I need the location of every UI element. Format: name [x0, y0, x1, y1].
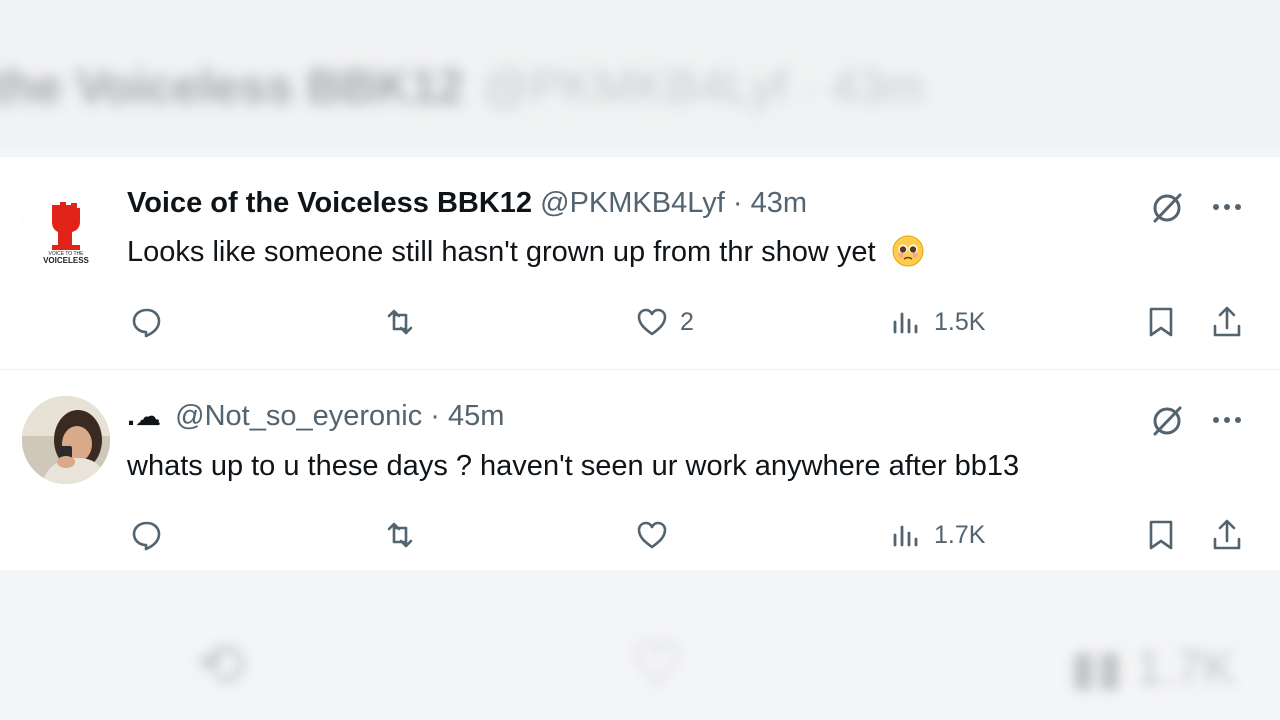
tweet-text-body: whats up to u these days ? haven't seen …: [127, 450, 1020, 482]
views-count: 1.7K: [934, 520, 986, 549]
share-icon: [1213, 519, 1241, 550]
heart-icon: [637, 308, 667, 336]
bookmark-button[interactable]: [1143, 302, 1179, 342]
bookmark-icon: [1149, 307, 1173, 337]
timestamp[interactable]: 45m: [448, 400, 504, 432]
tweet-actions: 2 1.5K: [0, 302, 1280, 342]
reply-button[interactable]: [129, 302, 165, 342]
share-button[interactable]: [1209, 302, 1245, 342]
grok-icon[interactable]: [1147, 187, 1187, 227]
tweet-1[interactable]: VOICE TO THE VOICELESS Voice of the Voic…: [0, 157, 1280, 370]
bookmark-button[interactable]: [1143, 515, 1179, 555]
separator: ·: [732, 187, 743, 219]
views-count: 1.5K: [934, 307, 986, 336]
more-options-icon[interactable]: [1207, 187, 1247, 227]
repost-button[interactable]: [382, 515, 418, 555]
reply-icon: [132, 308, 161, 338]
blurred-background-top: the Voiceless BBK12 @PKMKB4Lyf · 43m: [0, 0, 1280, 150]
views-button[interactable]: 1.5K: [888, 302, 985, 342]
pleading-face-emoji: [892, 235, 924, 275]
repost-button[interactable]: [382, 302, 418, 342]
tweet-2[interactable]: .☁ @Not_so_eyeronic · 45m whats up to u …: [0, 370, 1280, 570]
blurred-background-bottom: ⟲ ♡ ▮▮ 1.7K: [0, 570, 1280, 720]
avatar[interactable]: [22, 396, 110, 484]
blurred-repost-icon: ⟲: [195, 631, 246, 698]
user-photo: [22, 396, 110, 484]
tweet-text: Looks like someone still hasn't grown up…: [127, 235, 924, 275]
avatar-text-bottom: VOICELESS: [43, 256, 89, 265]
separator: ·: [430, 400, 440, 432]
views-icon: [893, 312, 918, 334]
repost-icon: [387, 309, 413, 335]
blurred-heart-icon: ♡: [630, 631, 684, 698]
cloud-icon: ☁: [135, 401, 162, 431]
reply-button[interactable]: [129, 515, 165, 555]
reply-icon: [132, 521, 161, 551]
tweet-header: .☁ @Not_so_eyeronic · 45m: [127, 400, 504, 433]
timestamp[interactable]: 43m: [751, 187, 807, 219]
tweet-text: whats up to u these days ? haven't seen …: [127, 450, 1019, 483]
raised-fist-logo: VOICE TO THE VOICELESS: [22, 183, 110, 271]
tweet-header: Voice of the Voiceless BBK12 @PKMKB4Lyf …: [127, 187, 807, 220]
blurred-header-text: the Voiceless BBK12 @PKMKB4Lyf · 43m: [0, 61, 924, 114]
tweet-actions: 1.7K: [0, 515, 1280, 555]
heart-icon: [637, 521, 667, 549]
like-button[interactable]: 2: [634, 302, 694, 342]
like-button[interactable]: [634, 515, 680, 555]
blurred-views-count: ▮▮ 1.7K: [1070, 642, 1235, 695]
user-handle[interactable]: @Not_so_eyeronic: [175, 400, 422, 432]
views-button[interactable]: 1.7K: [888, 515, 985, 555]
share-icon: [1213, 306, 1241, 337]
like-count: 2: [680, 307, 694, 336]
repost-icon: [387, 522, 413, 548]
more-options-icon[interactable]: [1207, 400, 1247, 440]
share-button[interactable]: [1209, 515, 1245, 555]
display-name[interactable]: .: [127, 400, 135, 432]
views-icon: [893, 525, 918, 547]
grok-icon[interactable]: [1147, 400, 1187, 440]
tweet-text-body: Looks like someone still hasn't grown up…: [127, 236, 876, 268]
user-handle[interactable]: @PKMKB4Lyf: [540, 187, 725, 219]
bookmark-icon: [1149, 520, 1173, 550]
avatar[interactable]: VOICE TO THE VOICELESS: [22, 183, 110, 271]
display-name[interactable]: Voice of the Voiceless BBK12: [127, 187, 532, 219]
tweet-thread-card: VOICE TO THE VOICELESS Voice of the Voic…: [0, 157, 1280, 570]
